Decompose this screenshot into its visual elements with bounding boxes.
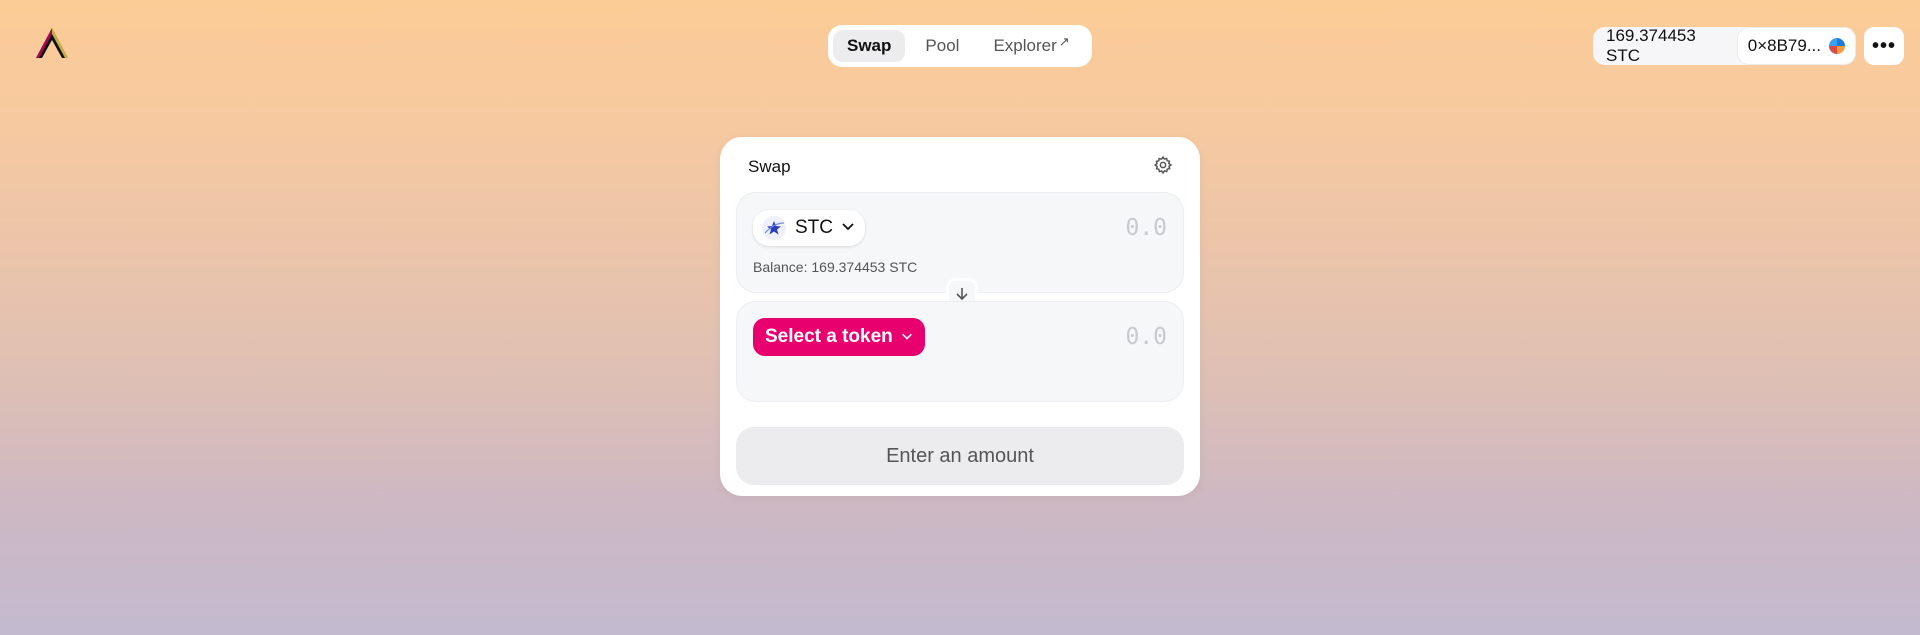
nav-pool[interactable]: Pool (911, 30, 973, 62)
main-nav: Swap Pool Explorer ↗ (828, 25, 1092, 67)
chevron-down-icon (901, 326, 913, 348)
identicon-icon (1829, 38, 1845, 54)
wallet-address-button[interactable]: 0×8B79... (1736, 27, 1856, 65)
select-token-label: Select a token (765, 326, 893, 347)
input-token-select[interactable]: STC (753, 210, 865, 246)
external-link-icon: ↗ (1058, 34, 1070, 49)
more-menu-button[interactable]: ••• (1864, 27, 1904, 65)
gear-icon[interactable] (1153, 155, 1173, 175)
output-amount-field[interactable]: 0.0 (1125, 324, 1167, 350)
input-token-symbol: STC (795, 217, 833, 238)
account-widget: 169.374453 STC 0×8B79... (1593, 26, 1856, 65)
select-token-button[interactable]: Select a token (753, 318, 925, 356)
nav-pool-label: Pool (925, 36, 960, 55)
chevron-down-icon (841, 217, 855, 239)
card-title: Swap (748, 157, 791, 176)
input-amount-field[interactable]: 0.0 (1125, 215, 1167, 241)
nav-explorer-label: Explorer (993, 36, 1057, 55)
arrow-down-icon (956, 288, 968, 301)
wallet-balance: 169.374453 STC (1606, 26, 1696, 65)
enter-amount-button[interactable]: Enter an amount (736, 427, 1184, 485)
nav-swap[interactable]: Swap (833, 30, 906, 62)
app-logo-icon[interactable] (32, 24, 72, 64)
output-panel: Select a token 0.0 (736, 301, 1184, 402)
input-balance: Balance: 169.374453 STC (753, 259, 918, 275)
nav-swap-label: Swap (847, 36, 892, 55)
stc-token-icon (761, 215, 787, 241)
swap-card: Swap STC 0.0 Balance: 169.374453 STC Sel… (720, 137, 1200, 496)
wallet-address: 0×8B79... (1747, 36, 1821, 55)
nav-explorer[interactable]: Explorer ↗ (979, 30, 1083, 62)
